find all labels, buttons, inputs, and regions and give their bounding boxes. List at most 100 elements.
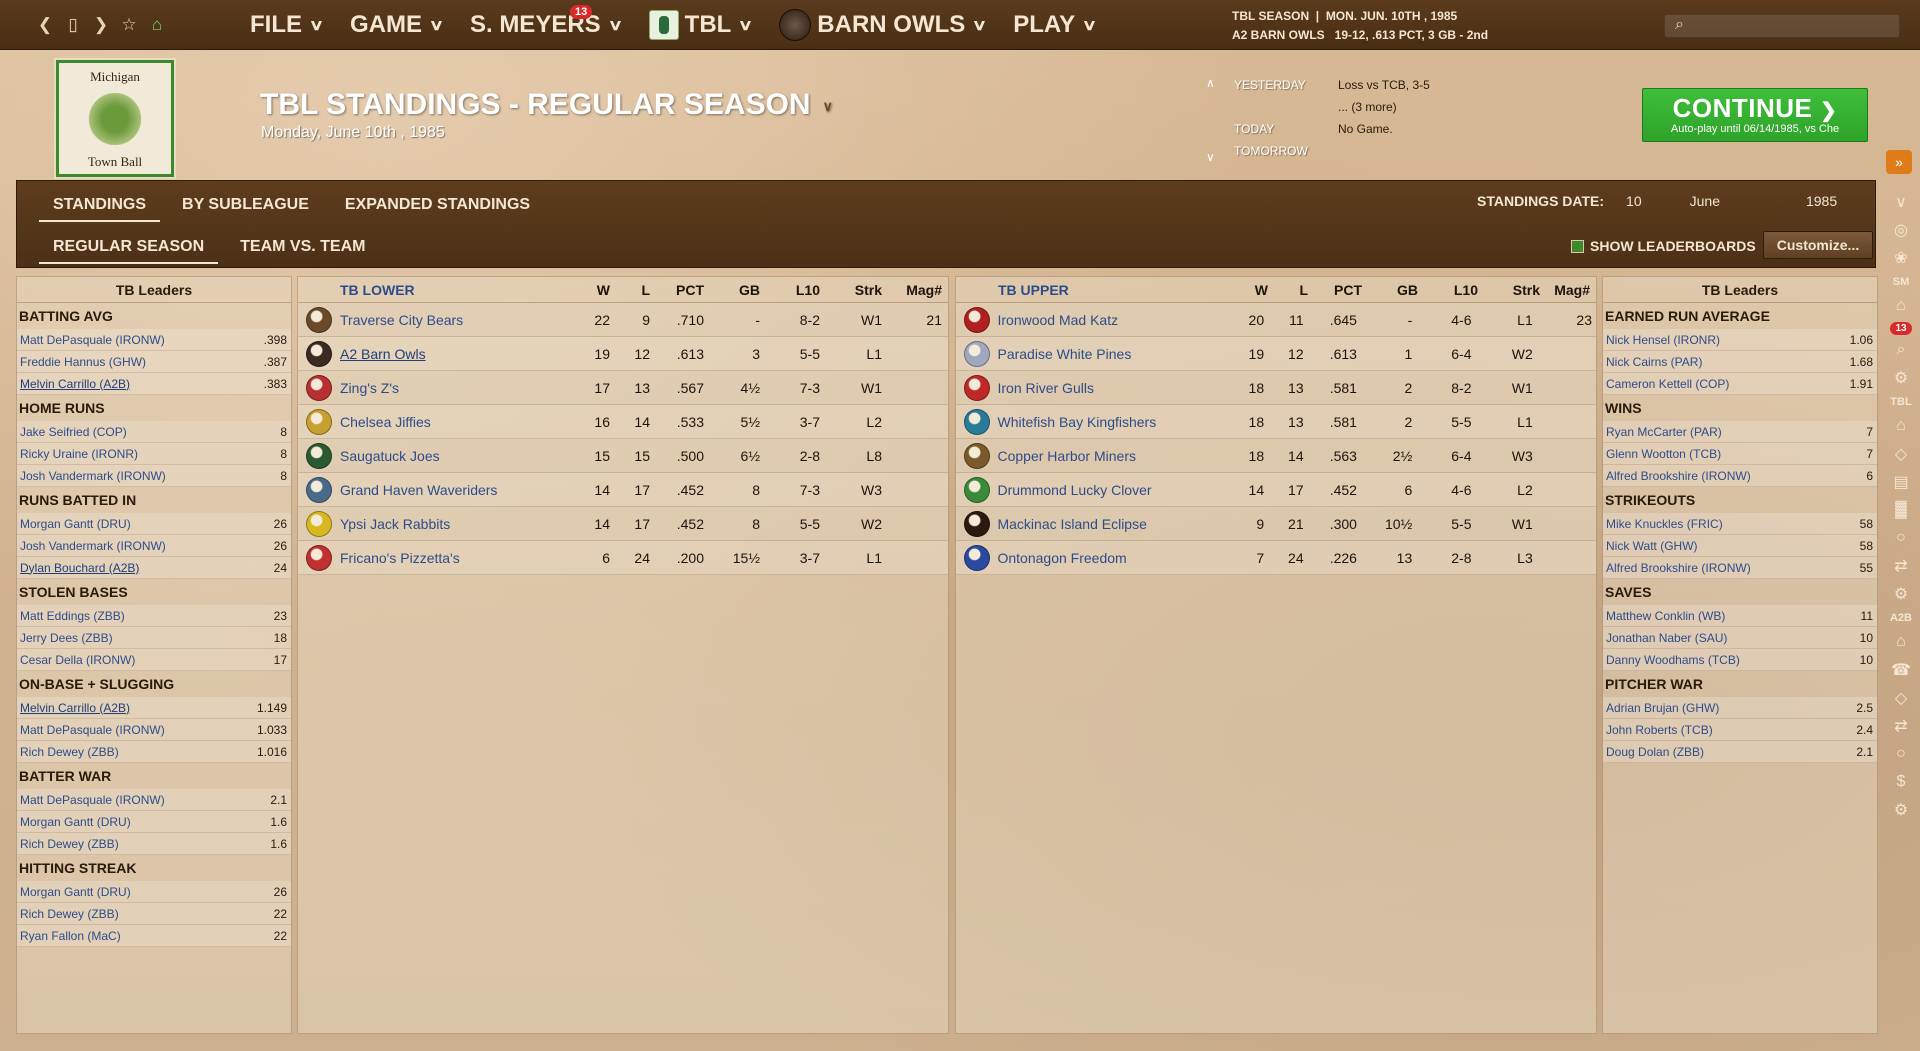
baseball-icon[interactable]: ○ [1882,524,1920,552]
team-name-link[interactable]: Fricano's Pizzetta's [340,550,570,566]
globe-icon[interactable]: ◎ [1882,216,1920,244]
star-icon[interactable]: ☆ [120,15,138,35]
expand-panel-button[interactable]: » [1886,150,1912,174]
menu-file[interactable]: FILE ∨ [236,0,336,50]
schedule-more-link[interactable]: ... (3 more) [1338,96,1397,118]
tab-by-subleague[interactable]: BY SUBLEAGUE [164,189,327,221]
menu-game[interactable]: GAME ∨ [336,0,456,50]
team-name-link[interactable]: Saugatuck Joes [340,448,570,464]
team-logo-icon[interactable] [963,510,990,537]
player-link[interactable]: Ryan McCarter (PAR) [1606,425,1722,439]
team-name-link[interactable]: Drummond Lucky Clover [997,482,1224,498]
team-logo-icon[interactable] [963,306,990,333]
dollar-icon[interactable]: $ [1882,768,1920,796]
menu-play[interactable]: PLAY ∨ [999,0,1109,50]
team-logo-icon[interactable] [306,306,332,333]
forward-icon[interactable]: ❯ [92,15,110,35]
player-link[interactable]: Glenn Wootton (TCB) [1606,447,1721,461]
team-name-link[interactable]: Traverse City Bears [340,312,570,328]
menu-team[interactable]: BARN OWLS ∨ [765,0,999,50]
player-link[interactable]: Mike Knuckles (FRIC) [1606,517,1723,531]
team-name-link[interactable]: Iron River Gulls [997,380,1224,396]
chevron-down-icon[interactable]: ∨ [1206,146,1215,168]
home-icon[interactable]: ⌂ [1882,412,1920,440]
col-l10[interactable]: L10 [760,282,820,298]
player-link[interactable]: Matt DePasquale (IRONW) [20,723,165,737]
team-logo-icon[interactable] [306,408,332,435]
player-link[interactable]: Nick Hensel (IRONR) [1606,333,1720,347]
col-mag[interactable]: Mag# [882,282,946,298]
col-pct[interactable]: PCT [650,282,704,298]
player-link[interactable]: Cameron Kettell (COP) [1606,377,1729,391]
chevron-up-icon[interactable]: ∧ [1206,72,1215,94]
standings-month-select[interactable]: June [1690,193,1720,209]
player-link[interactable]: John Roberts (TCB) [1606,723,1713,737]
player-link[interactable]: Doug Dolan (ZBB) [1606,745,1704,759]
player-link[interactable]: Josh Vandermark (IRONW) [20,469,166,483]
menu-league[interactable]: TBL ∨ [635,0,766,50]
standings-day-select[interactable]: 10 [1626,193,1642,209]
team-logo-icon[interactable] [306,476,332,503]
gear-icon[interactable]: ⚙ [1882,364,1920,392]
col-strk[interactable]: Strk [820,282,882,298]
diamond-icon[interactable]: ◇ [1882,440,1920,468]
player-link[interactable]: Ryan Fallon (MaC) [20,929,121,943]
page-title[interactable]: TBL STANDINGS - REGULAR SEASON ∨ [260,88,833,122]
player-link[interactable]: Jerry Dees (ZBB) [20,631,113,645]
col-pct[interactable]: PCT [1308,282,1362,298]
schedule-yesterday-result[interactable]: Loss vs TCB, 3-5 [1338,74,1430,96]
player-link[interactable]: Matt Eddings (ZBB) [20,609,125,623]
player-link[interactable]: Rich Dewey (ZBB) [20,837,119,851]
team-name-link[interactable]: Grand Haven Waveriders [340,482,570,498]
player-link[interactable]: Cesar Della (IRONW) [20,653,135,667]
back-icon[interactable]: ❮ [36,15,54,35]
baseball-icon[interactable]: ○ [1882,740,1920,768]
col-l[interactable]: L [1268,282,1308,298]
player-link[interactable]: Rich Dewey (ZBB) [20,907,119,921]
transactions-icon[interactable]: ⇄ [1882,712,1920,740]
player-link[interactable]: Nick Watt (GHW) [1606,539,1698,553]
lightbulb-icon[interactable]: ❀ [1882,244,1920,272]
player-link[interactable]: Jonathan Naber (SAU) [1606,631,1727,645]
gear-icon[interactable]: ⚙ [1882,796,1920,824]
player-link[interactable]: Alfred Brookshire (IRONW) [1606,469,1751,483]
news-icon[interactable]: ▤ [1882,468,1920,496]
checkbox-checked-icon[interactable] [1571,239,1584,253]
player-link[interactable]: Matt DePasquale (IRONW) [20,793,165,807]
player-link[interactable]: Jake Seifried (COP) [20,425,127,439]
home-icon[interactable]: ⌂ [1882,292,1920,320]
col-w[interactable]: W [570,282,610,298]
player-link[interactable]: Matthew Conklin (WB) [1606,609,1725,623]
player-link[interactable]: Matt DePasquale (IRONW) [20,333,165,347]
tab-regular-season[interactable]: REGULAR SEASON [35,231,222,264]
player-link[interactable]: Morgan Gantt (DRU) [20,815,131,829]
team-logo-icon[interactable] [306,510,332,537]
col-gb[interactable]: GB [1362,282,1418,298]
col-mag[interactable]: Mag# [1540,282,1594,298]
tab-expanded-standings[interactable]: EXPANDED STANDINGS [327,189,548,221]
gear-icon[interactable]: ⚙ [1882,580,1920,608]
player-link[interactable]: Alfred Brookshire (IRONW) [1606,561,1751,575]
transactions-icon[interactable]: ⇄ [1882,552,1920,580]
tab-team-vs-team[interactable]: TEAM VS. TEAM [222,231,383,263]
col-strk[interactable]: Strk [1478,282,1540,298]
customize-button[interactable]: Customize... [1763,231,1873,259]
team-name-link[interactable]: Zing's Z's [340,380,570,396]
player-link[interactable]: Josh Vandermark (IRONW) [20,539,166,553]
team-name-link[interactable]: Mackinac Island Eclipse [997,516,1224,532]
col-w[interactable]: W [1228,282,1268,298]
player-link[interactable]: Adrian Brujan (GHW) [1606,701,1719,715]
team-name-link[interactable]: Ypsi Jack Rabbits [340,516,570,532]
team-logo-icon[interactable] [306,340,332,367]
player-link[interactable]: Dylan Bouchard (A2B) [20,561,139,575]
menu-manager[interactable]: S. MEYERS 13 ∨ [456,0,635,50]
diamond-icon[interactable]: ◇ [1882,684,1920,712]
team-name-link[interactable]: Chelsea Jiffies [340,414,570,430]
team-name-link[interactable]: Ontonagon Freedom [997,550,1224,566]
team-logo-icon[interactable] [963,442,990,469]
team-logo-icon[interactable] [306,442,332,469]
team-name-link[interactable]: Copper Harbor Miners [997,448,1224,464]
window-icon[interactable]: ▯ [64,15,82,35]
team-logo-icon[interactable] [963,374,990,401]
search-icon[interactable]: ⌕ [1882,336,1920,364]
